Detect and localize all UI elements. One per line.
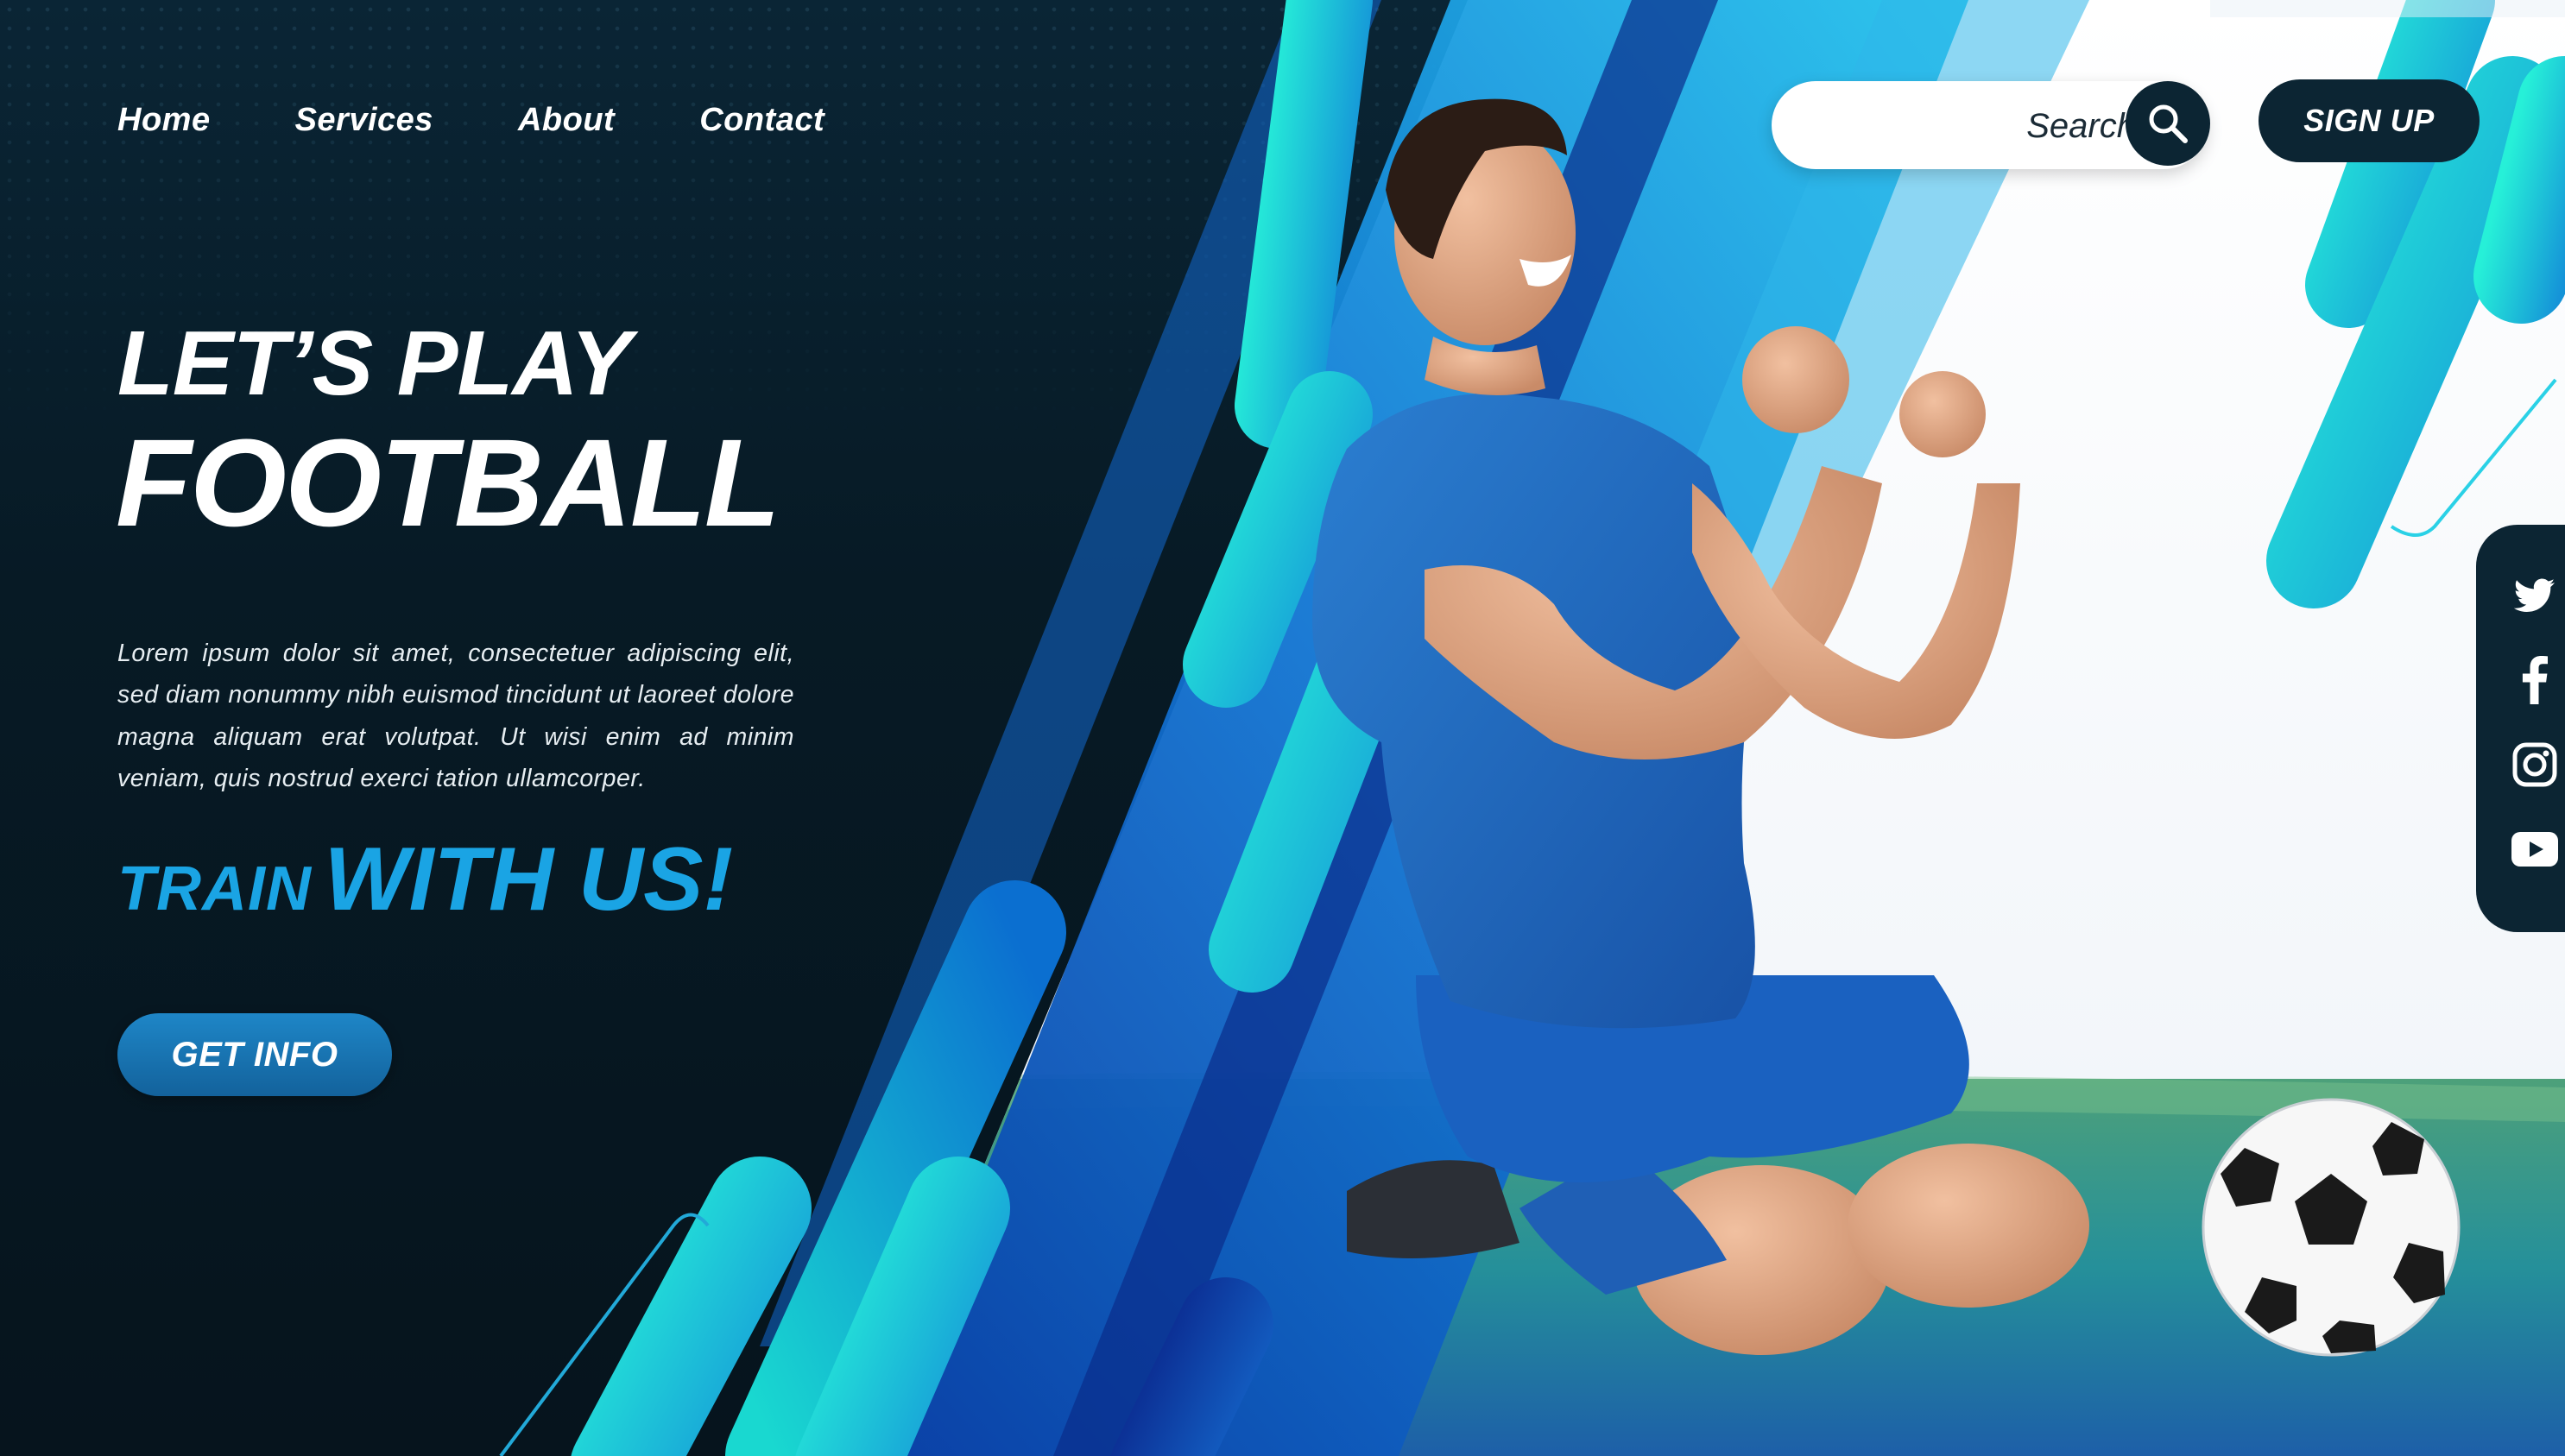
hero-title-line1: LET’S PLAY [117, 312, 632, 414]
nav-item-services[interactable]: Services [295, 102, 433, 139]
search-button[interactable] [2126, 81, 2210, 166]
search-icon [2149, 104, 2188, 143]
nav-item-home[interactable]: Home [117, 102, 211, 139]
social-sidebar [2476, 525, 2565, 932]
main-nav: Home Services About Contact [117, 102, 909, 139]
tagline-train: TRAIN [117, 854, 312, 923]
football-ball [2202, 1098, 2461, 1357]
hero-title-line2: FOOTBALL [116, 413, 780, 552]
nav-item-about[interactable]: About [518, 102, 615, 139]
landing-page: Home Services About Contact SIGN UP LET’… [0, 0, 2565, 1456]
get-info-button[interactable]: GET INFO [117, 1013, 392, 1096]
hero-tagline: TRAIN WITH US! [117, 829, 733, 931]
search-input[interactable] [1806, 100, 2138, 152]
facebook-icon[interactable] [2511, 656, 2559, 704]
sign-up-button[interactable]: SIGN UP [2259, 79, 2480, 162]
nav-item-contact[interactable]: Contact [699, 102, 824, 139]
hero-description: Lorem ipsum dolor sit amet, consectetuer… [117, 639, 794, 793]
twitter-icon[interactable] [2511, 571, 2559, 620]
youtube-icon[interactable] [2511, 825, 2559, 873]
instagram-icon[interactable] [2511, 741, 2559, 789]
tagline-with-us: WITH US! [324, 829, 734, 930]
